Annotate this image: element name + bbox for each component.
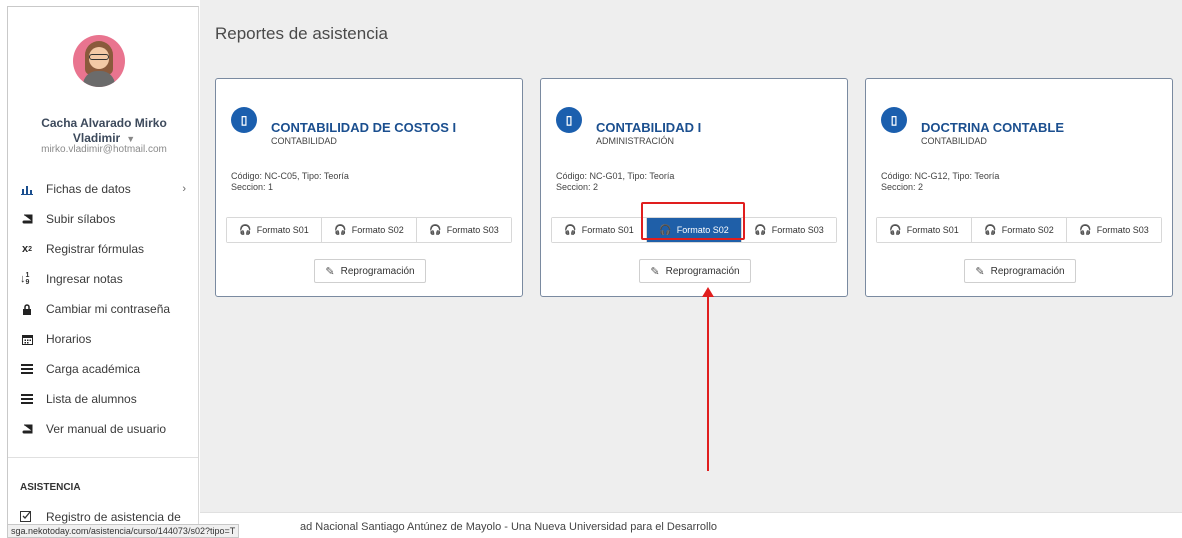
sidebar-item-label: Ver manual de usuario xyxy=(46,422,167,436)
sidebar-item-manual[interactable]: Ver manual de usuario xyxy=(8,414,198,444)
course-card: ▯ CONTABILIDAD I ADMINISTRACIÓN Código: … xyxy=(540,78,848,297)
course-title: DOCTRINA CONTABLE xyxy=(921,120,1064,135)
user-name[interactable]: Cacha Alvarado Mirko Vladimir ▼ xyxy=(18,116,190,147)
user-name-text: Cacha Alvarado Mirko Vladimir xyxy=(41,116,167,145)
sidebar-item-horarios[interactable]: Horarios xyxy=(8,324,198,354)
sidebar-item-formulas[interactable]: x2 Registrar fórmulas xyxy=(8,234,198,264)
subscript-icon: x2 xyxy=(21,243,33,255)
course-icon: ▯ xyxy=(556,107,582,133)
sidebar-menu: Fichas de datos › Subir sílabos x2 Regis… xyxy=(8,174,198,444)
section-title: ASISTENCIA xyxy=(20,482,81,493)
user-email: mirko.vladimir@hotmail.com xyxy=(41,144,167,155)
course-code: Código: NC-G12, Tipo: Teoría xyxy=(881,171,1000,181)
list-icon xyxy=(20,362,34,376)
caret-down-icon[interactable]: ▼ xyxy=(126,134,135,144)
calendar-icon xyxy=(20,332,34,346)
headset-icon: 🎧 xyxy=(564,224,577,236)
sidebar-item-carga[interactable]: Carga académica xyxy=(8,354,198,384)
course-title: CONTABILIDAD I xyxy=(596,120,702,135)
sort-numeric-icon: ↓ 1 9 xyxy=(20,272,30,286)
format-s01-button[interactable]: 🎧 Formato S01 xyxy=(552,218,647,242)
pencil-icon: ✎ xyxy=(975,265,985,278)
sidebar-item-label: Cambiar mi contraseña xyxy=(46,302,171,316)
pencil-icon: ✎ xyxy=(325,265,335,278)
sidebar-item-label: Lista de alumnos xyxy=(46,392,137,406)
status-bar-url: sga.nekotoday.com/asistencia/curso/14407… xyxy=(7,524,240,538)
course-subtitle: ADMINISTRACIÓN xyxy=(596,136,675,146)
sidebar-item-silabos[interactable]: Subir sílabos xyxy=(8,204,198,234)
sidebar-item-label: Carga académica xyxy=(46,362,141,376)
headset-icon: 🎧 xyxy=(889,224,902,236)
format-s02-button[interactable]: 🎧 Formato S02 xyxy=(972,218,1067,242)
headset-icon: 🎧 xyxy=(984,224,997,236)
list-icon xyxy=(20,392,34,406)
sidebar-item-notas[interactable]: ↓ 1 9 Ingresar notas xyxy=(8,264,198,294)
course-card: ▯ CONTABILIDAD DE COSTOS I CONTABILIDAD … xyxy=(215,78,523,297)
footer-text: ad Nacional Santiago Antúnez de Mayolo -… xyxy=(300,521,718,533)
reprogramacion-button[interactable]: ✎ Reprogramación xyxy=(964,259,1076,283)
sidebar-item-label: Registrar fórmulas xyxy=(46,242,145,256)
sidebar: Cacha Alvarado Mirko Vladimir ▼ mirko.vla… xyxy=(7,6,199,538)
course-section: Seccion: 2 xyxy=(881,182,924,192)
highlight-box xyxy=(641,202,745,240)
format-s01-button[interactable]: 🎧 Formato S01 xyxy=(877,218,972,242)
course-subtitle: CONTABILIDAD xyxy=(921,136,987,146)
checkbox-icon xyxy=(20,510,34,524)
format-s03-button[interactable]: 🎧 Formato S03 xyxy=(417,218,511,242)
sidebar-item-label: Registro de asistencia de xyxy=(46,510,181,524)
avatar[interactable] xyxy=(73,35,125,87)
format-button-group: 🎧 Formato S01 🎧 Formato S02 🎧 Formato S03 xyxy=(876,217,1162,243)
course-section: Seccion: 1 xyxy=(231,182,274,192)
sidebar-item-label: Fichas de datos xyxy=(46,182,131,196)
sidebar-item-fichas[interactable]: Fichas de datos › xyxy=(8,174,198,204)
course-subtitle: CONTABILIDAD xyxy=(271,136,337,146)
format-button-group: 🎧 Formato S01 🎧 Formato S02 🎧 Formato S03 xyxy=(226,217,512,243)
reprogramacion-button[interactable]: ✎ Reprogramación xyxy=(639,259,751,283)
sidebar-item-alumnos[interactable]: Lista de alumnos xyxy=(8,384,198,414)
course-section: Seccion: 2 xyxy=(556,182,599,192)
course-card: ▯ DOCTRINA CONTABLE CONTABILIDAD Código:… xyxy=(865,78,1173,297)
course-icon: ▯ xyxy=(881,107,907,133)
book-icon xyxy=(20,212,34,226)
main-content: Reportes de asistencia ▯ CONTABILIDAD DE… xyxy=(200,0,1182,512)
sidebar-item-label: Ingresar notas xyxy=(46,272,123,286)
course-code: Código: NC-G01, Tipo: Teoría xyxy=(556,171,675,181)
headset-icon: 🎧 xyxy=(334,224,347,236)
page-title: Reportes de asistencia xyxy=(215,24,388,43)
format-s03-button[interactable]: 🎧 Formato S03 xyxy=(1067,218,1161,242)
sidebar-divider xyxy=(8,457,198,458)
annotation-arrow xyxy=(707,295,709,471)
sidebar-item-registro[interactable]: Registro de asistencia de xyxy=(20,510,181,524)
lock-icon xyxy=(20,302,34,316)
headset-icon: 🎧 xyxy=(239,224,252,236)
format-s03-button[interactable]: 🎧 Formato S03 xyxy=(742,218,836,242)
headset-icon: 🎧 xyxy=(754,224,767,236)
sidebar-item-contrasena[interactable]: Cambiar mi contraseña xyxy=(8,294,198,324)
sidebar-item-label: Subir sílabos xyxy=(46,212,116,226)
book-icon xyxy=(20,422,34,436)
chevron-right-icon: › xyxy=(182,183,186,195)
course-icon: ▯ xyxy=(231,107,257,133)
reprogramacion-button[interactable]: ✎ Reprogramación xyxy=(314,259,426,283)
bar-chart-icon xyxy=(20,182,34,196)
headset-icon: 🎧 xyxy=(429,224,442,236)
format-s01-button[interactable]: 🎧 Formato S01 xyxy=(227,218,322,242)
sidebar-item-label: Horarios xyxy=(46,332,92,346)
pencil-icon: ✎ xyxy=(650,265,660,278)
headset-icon: 🎧 xyxy=(1079,224,1092,236)
course-code: Código: NC-C05, Tipo: Teoría xyxy=(231,171,349,181)
course-title: CONTABILIDAD DE COSTOS I xyxy=(271,120,457,135)
format-s02-button[interactable]: 🎧 Formato S02 xyxy=(322,218,417,242)
